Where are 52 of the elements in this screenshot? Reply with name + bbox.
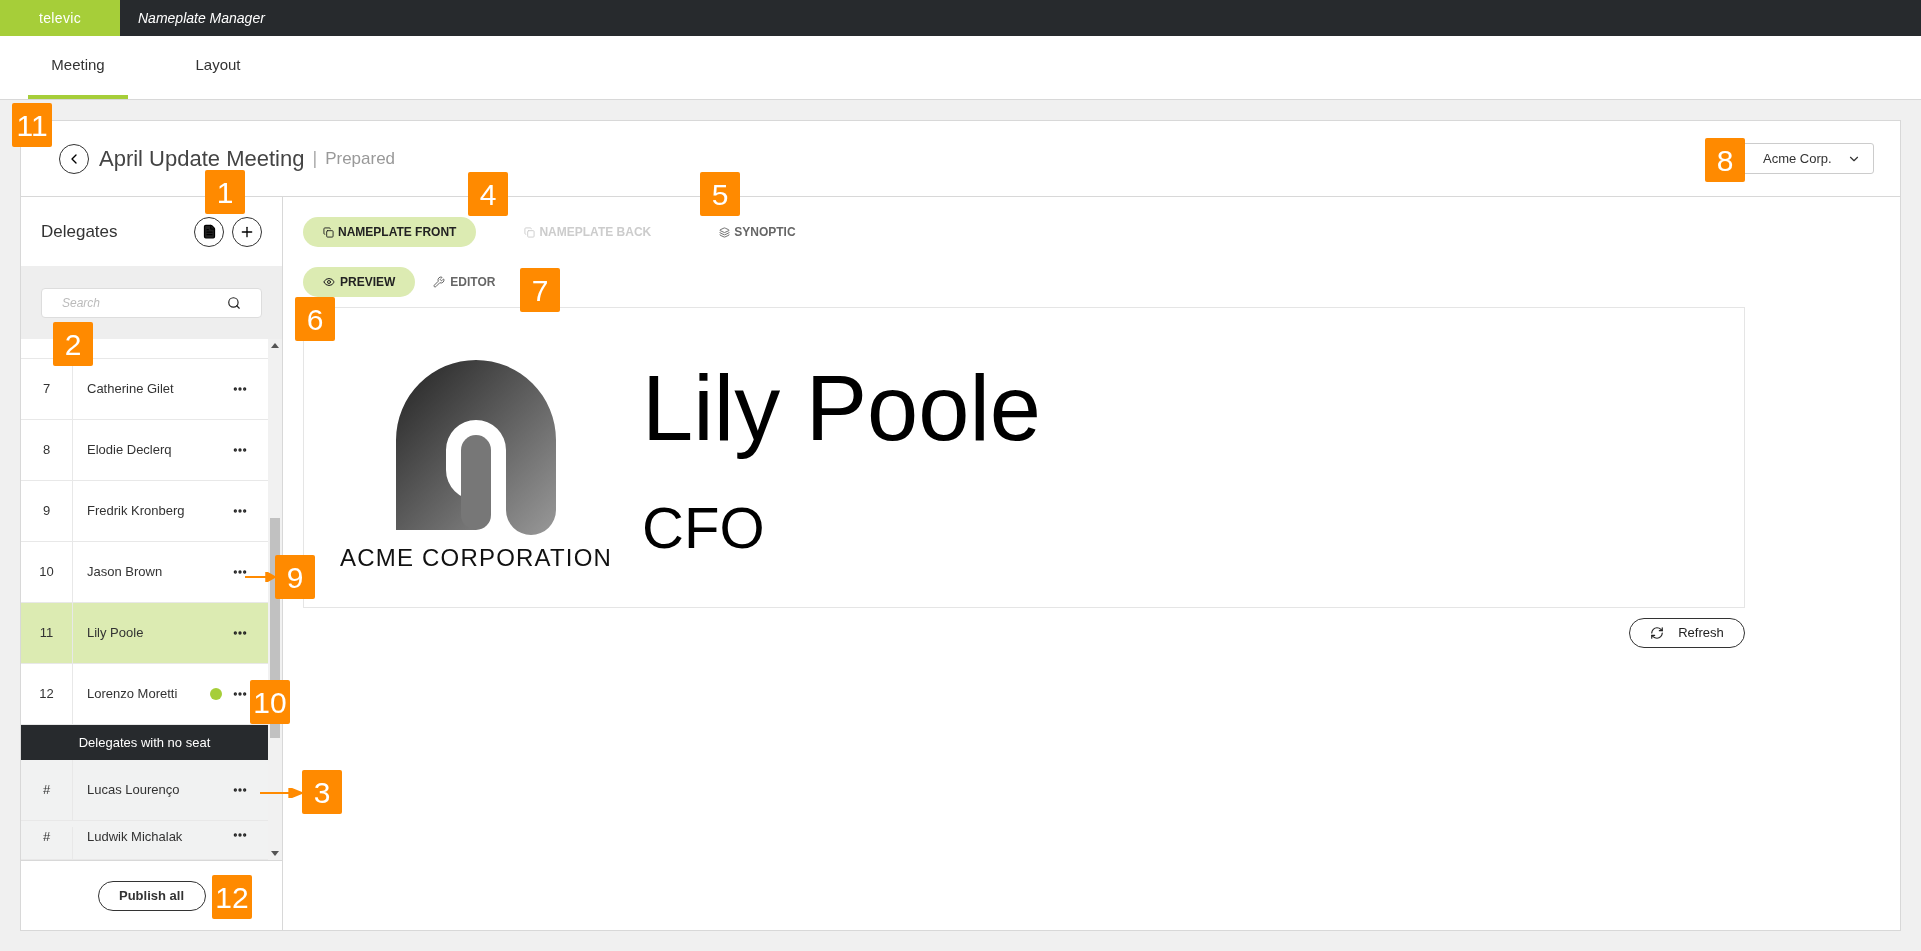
callout-number: 9 [275, 555, 315, 599]
delegate-row[interactable]: 10 Jason Brown [21, 542, 268, 603]
delegate-name: Lucas Lourenço [86, 781, 181, 800]
delegate-row[interactable]: 8 Elodie Declerq [21, 420, 268, 481]
tab[interactable]: Layout [168, 36, 268, 99]
seat-number: 8 [41, 441, 52, 460]
no-seat-header: Delegates with no seat [21, 725, 268, 760]
seat-number: 10 [38, 563, 55, 582]
meeting-status: Prepared [325, 147, 396, 170]
tab[interactable]: Meeting [28, 36, 128, 99]
callout-number: 3 [302, 770, 342, 814]
callout-number: 6 [295, 297, 335, 341]
seat-number: 9 [41, 502, 52, 521]
callout-number: 7 [520, 268, 560, 312]
title-separator: | [312, 147, 318, 170]
callout-number: 11 [12, 103, 52, 147]
app-title: Nameplate Manager [138, 8, 265, 28]
callout-number: 5 [700, 172, 740, 216]
nameplate-name: Lily Poole [642, 355, 1041, 461]
logo-text: ACME CORPORATION [340, 542, 613, 573]
delegate-row[interactable]: # Lucas Lourenço [21, 760, 268, 821]
delegate-name: Fredrik Kronberg [86, 502, 186, 521]
callout-number: 1 [205, 170, 245, 214]
seat-number: 11 [38, 624, 55, 643]
delegate-row[interactable]: # Ludwik Michalak [21, 821, 268, 860]
mode-tab[interactable]: EDITOR [425, 267, 504, 297]
delegate-name: Catherine Gilet [86, 380, 175, 399]
mode-tab[interactable]: PREVIEW [303, 267, 416, 297]
delegate-name: Lorenzo Moretti [86, 685, 179, 704]
seat-number: # [41, 828, 52, 846]
callout-number: 10 [250, 680, 290, 724]
search-field[interactable]: Search [41, 287, 262, 318]
delegate-name: Ludwik Michalak [86, 828, 184, 846]
delegate-row[interactable]: 9 Fredrik Kronberg [21, 481, 268, 542]
delegate-name: Elodie Declerq [86, 441, 173, 460]
seat-number: 7 [41, 380, 52, 399]
callout-number: 2 [53, 322, 93, 366]
seat-number: # [41, 781, 52, 800]
view-tab[interactable]: SYNOPTIC [699, 217, 816, 247]
callout-number: 12 [212, 875, 252, 919]
seat-number: 12 [38, 685, 55, 704]
callout-number: 8 [1705, 138, 1745, 182]
meeting-title: April Update Meeting [99, 145, 305, 173]
logo: televic [0, 0, 120, 36]
delegate-name: Lily Poole [86, 624, 145, 643]
search-input[interactable]: Search [62, 293, 227, 312]
delegates-title: Delegates [41, 220, 119, 243]
delegate-row[interactable]: 11 Lily Poole [21, 603, 268, 664]
callout-number: 4 [468, 172, 508, 216]
view-tab[interactable]: NAMEPLATE FRONT [303, 217, 477, 247]
nameplate-function: CFO [642, 493, 766, 562]
delegate-name: Jason Brown [86, 563, 164, 582]
